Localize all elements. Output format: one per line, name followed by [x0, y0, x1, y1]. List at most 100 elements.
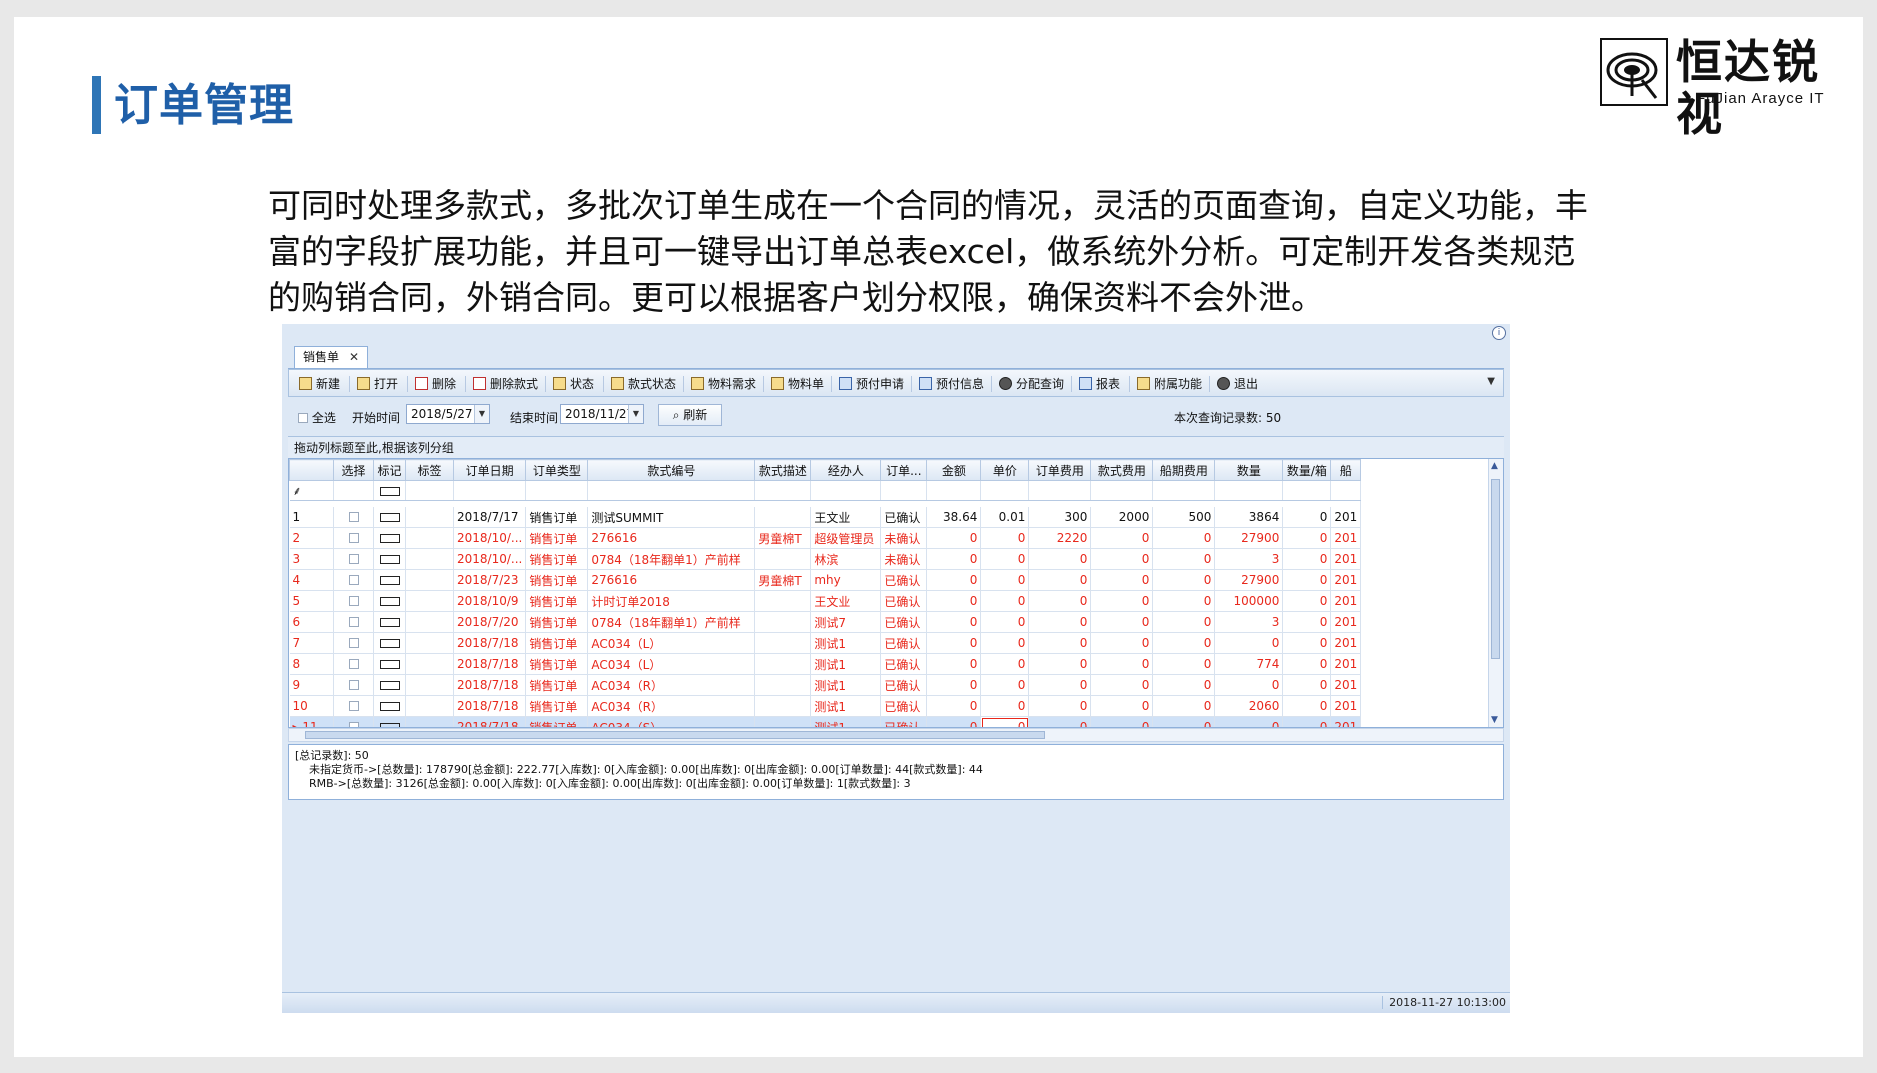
cell-ofee[interactable]: 0	[1028, 611, 1092, 633]
cell-shfee[interactable]: 500	[1152, 507, 1216, 528]
cell-date[interactable]: 2018/10/...	[453, 548, 527, 570]
row-tag-cell[interactable]	[405, 507, 454, 528]
row-select-cell[interactable]	[333, 590, 374, 612]
bom-button[interactable]: 物料单	[771, 374, 824, 394]
scroll-thumb[interactable]	[305, 731, 1045, 739]
cell-handler[interactable]: mhy	[810, 569, 882, 591]
cell-status[interactable]: 已确认	[880, 653, 928, 675]
grid-filter-row[interactable]: ⸙	[289, 480, 1362, 501]
cell-type[interactable]: 销售订单	[525, 653, 589, 675]
column-header[interactable]: 标签	[405, 459, 454, 481]
cell-box[interactable]: 0	[1282, 674, 1332, 696]
cell-qty[interactable]: 774	[1214, 653, 1284, 675]
toolbar-overflow-icon[interactable]: ▼	[1487, 376, 1495, 387]
cell-type[interactable]: 销售订单	[525, 695, 589, 717]
cell-desc[interactable]	[754, 632, 812, 654]
row-select-cell[interactable]	[333, 716, 374, 727]
cell-amount[interactable]: 0	[926, 590, 982, 612]
cell-sfee[interactable]: 0	[1090, 674, 1154, 696]
scroll-up-icon[interactable]: ▲	[1491, 461, 1498, 471]
row-tag-cell[interactable]	[405, 611, 454, 633]
table-row[interactable]: 9 2018/7/18 销售订单 AC034（R） 测试1 已确认 0 0 0 0 0 0 0 201	[289, 674, 1362, 696]
cell-style[interactable]: AC034（S）	[587, 716, 756, 727]
cell-box[interactable]: 0	[1282, 695, 1332, 717]
cell-ofee[interactable]: 300	[1028, 507, 1092, 528]
cell-shfee[interactable]: 0	[1152, 569, 1216, 591]
cell-style[interactable]: 0784（18年翻单1）产前样	[587, 548, 756, 570]
row-tag-cell[interactable]	[405, 695, 454, 717]
cell-price[interactable]: 0	[980, 695, 1030, 717]
cell-price[interactable]: 0	[980, 527, 1030, 549]
cell-amount[interactable]: 0	[926, 527, 982, 549]
cell-desc[interactable]: 男童棉T	[754, 527, 812, 549]
row-mark-cell[interactable]	[373, 695, 406, 717]
cell-date[interactable]: 2018/7/23	[453, 569, 527, 591]
cell-amount[interactable]: 0	[926, 611, 982, 633]
row-tag-cell[interactable]	[405, 548, 454, 570]
table-row[interactable]: 5 2018/10/9 销售订单 计时订单2018 王文业 已确认 0 0 0 0 0 100000 0…	[289, 590, 1362, 612]
cell-ofee[interactable]: 0	[1028, 632, 1092, 654]
cell-sfee[interactable]: 0	[1090, 632, 1154, 654]
scroll-thumb[interactable]	[1491, 479, 1500, 659]
checkbox-icon[interactable]	[348, 575, 359, 585]
status-button[interactable]: 状态	[553, 374, 594, 394]
cell-qty[interactable]: 27900	[1214, 527, 1284, 549]
table-row[interactable]: 6 2018/7/20 销售订单 0784（18年翻单1）产前样 测试7 已确认 0 0 0 0 0…	[289, 611, 1362, 633]
cell-style[interactable]: 计时订单2018	[587, 590, 756, 612]
cell-qty[interactable]: 27900	[1214, 569, 1284, 591]
cell-ship[interactable]: 201	[1330, 695, 1362, 717]
row-mark-cell[interactable]	[373, 653, 406, 675]
chevron-down-icon[interactable]: ▼	[474, 405, 489, 423]
cell-shfee[interactable]: 0	[1152, 611, 1216, 633]
cell-desc[interactable]	[754, 716, 812, 727]
cell-sfee[interactable]: 0	[1090, 569, 1154, 591]
column-header[interactable]: 款式费用	[1090, 459, 1154, 481]
table-row[interactable]: 2 2018/10/... 销售订单 276616 男童棉T 超级管理员 未确认 0 0 2220…	[289, 527, 1362, 549]
cell-ship[interactable]: 201	[1330, 674, 1362, 696]
prepay-info-button[interactable]: 预付信息	[919, 374, 984, 394]
cell-ofee[interactable]: 0	[1028, 653, 1092, 675]
cell-desc[interactable]: 男童棉T	[754, 569, 812, 591]
row-tag-cell[interactable]	[405, 674, 454, 696]
material-demand-button[interactable]: 物料需求	[691, 374, 756, 394]
row-tag-cell[interactable]	[405, 590, 454, 612]
column-header[interactable]: 标记	[373, 459, 406, 481]
cell-status[interactable]: 已确认	[880, 716, 928, 727]
cell-date[interactable]: 2018/7/18	[453, 632, 527, 654]
exit-button[interactable]: 退出	[1217, 374, 1258, 394]
checkbox-icon[interactable]	[348, 533, 359, 543]
cell-style[interactable]: 测试SUMMIT	[587, 507, 756, 528]
cell-box[interactable]: 0	[1282, 716, 1332, 727]
cell-box[interactable]: 0	[1282, 527, 1332, 549]
cell-price[interactable]: 0	[980, 569, 1030, 591]
cell-handler[interactable]: 王文业	[810, 507, 882, 528]
row-tag-cell[interactable]	[405, 716, 454, 727]
cell-ofee[interactable]: 0	[1028, 695, 1092, 717]
cell-style[interactable]: 276616	[587, 569, 756, 591]
column-header[interactable]: 金额	[926, 459, 982, 481]
delete-style-button[interactable]: 删除款式	[473, 374, 538, 394]
cell-sfee[interactable]: 0	[1090, 611, 1154, 633]
cell-ship[interactable]: 201	[1330, 527, 1362, 549]
tab-sales-order[interactable]: 销售单 ✕	[294, 346, 369, 368]
chevron-down-icon[interactable]: ▼	[628, 405, 643, 423]
cell-amount[interactable]: 0	[926, 716, 982, 727]
column-header[interactable]: 订单类型	[525, 459, 589, 481]
cell-style[interactable]: 0784（18年翻单1）产前样	[587, 611, 756, 633]
table-row[interactable]: ▸ 11 2018/7/18 销售订单 AC034（S） 测试1 已确认 0 0 0 0 0 0 0 20…	[289, 716, 1362, 727]
table-row[interactable]: 8 2018/7/18 销售订单 AC034（L） 测试1 已确认 0 0 0 0 0 774 0 201	[289, 653, 1362, 675]
row-mark-cell[interactable]	[373, 507, 406, 528]
checkbox-icon[interactable]	[348, 617, 359, 627]
cell-handler[interactable]: 测试1	[810, 716, 882, 727]
checkbox-icon[interactable]	[348, 512, 359, 522]
cell-ship[interactable]: 201	[1330, 716, 1362, 727]
cell-ofee[interactable]: 2220	[1028, 527, 1092, 549]
column-header[interactable]: 订单费用	[1028, 459, 1092, 481]
cell-type[interactable]: 销售订单	[525, 611, 589, 633]
cell-box[interactable]: 0	[1282, 507, 1332, 528]
column-header[interactable]: 单价	[980, 459, 1030, 481]
column-header[interactable]: 经办人	[810, 459, 882, 481]
row-mark-cell[interactable]	[373, 590, 406, 612]
cell-price[interactable]: 0	[980, 716, 1030, 727]
cell-date[interactable]: 2018/10/9	[453, 590, 527, 612]
